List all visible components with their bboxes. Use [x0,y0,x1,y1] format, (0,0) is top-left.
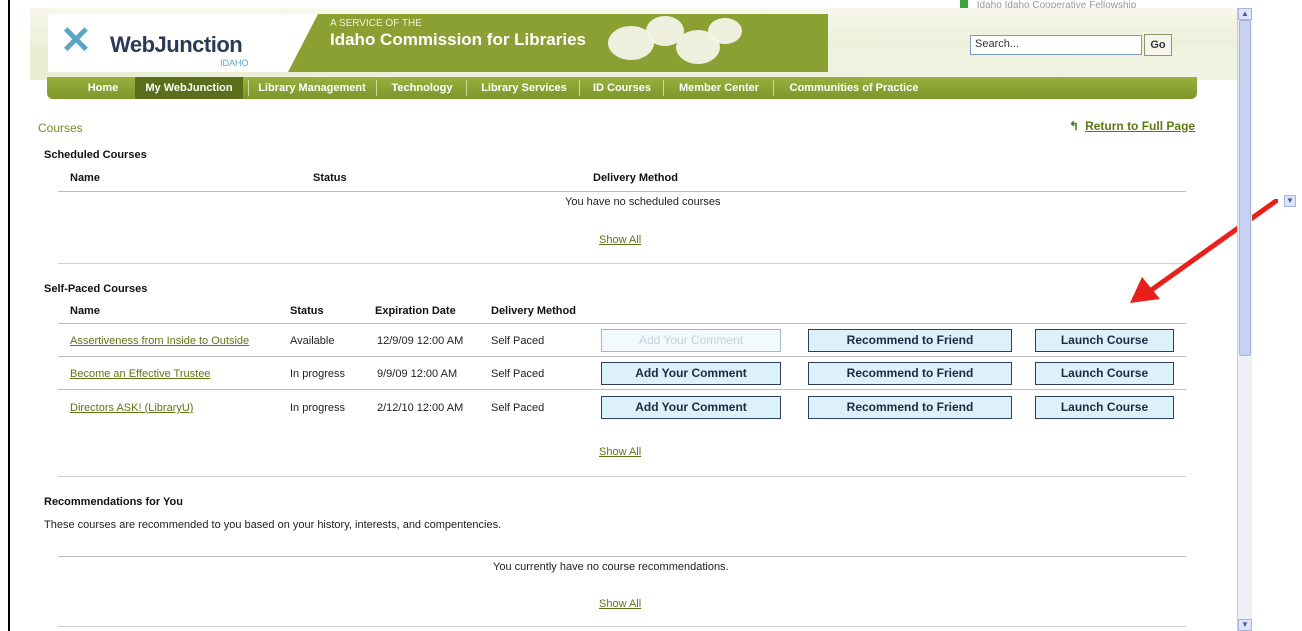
green-square-icon [960,0,968,8]
search-go-button[interactable]: Go [1144,34,1172,56]
self-paced-header-name: Name [70,305,100,317]
logo-name: WebJunction [110,32,243,57]
course-delivery: Self Paced [491,335,545,347]
recommendations-empty-message: You currently have no course recommendat… [493,561,729,573]
site-header: ✕ WebJunction IDAHO A SERVICE OF THE Ida… [30,8,1237,80]
search-input[interactable]: Search... [970,35,1142,55]
nav-library-services[interactable]: Library Services [473,77,575,99]
course-expiration: 12/9/09 12:00 AM [377,335,464,347]
red-annotation-arrow [1130,199,1278,303]
logo-sub: IDAHO [220,58,249,68]
scheduled-header-name: Name [70,172,100,184]
webjunction-x-icon: ✕ [60,20,92,62]
vertical-scrollbar[interactable]: ▲ ▼ [1237,8,1252,631]
recommendations-title: Recommendations for You [44,496,183,508]
service-of-label: A SERVICE OF THE [330,18,422,29]
dropdown-chevron-icon[interactable]: ▼ [1284,195,1296,207]
recommendations-description: These courses are recommended to you bas… [44,519,502,531]
course-status: In progress [290,368,346,380]
launch-course-button[interactable]: Launch Course [1035,362,1174,385]
self-paced-show-all-link[interactable]: Show All [599,446,641,458]
scheduled-header-delivery: Delivery Method [593,172,678,184]
course-delivery: Self Paced [491,402,545,414]
course-link-effective-trustee[interactable]: Become an Effective Trustee [70,368,210,380]
course-link-assertiveness[interactable]: Assertiveness from Inside to Outside [70,335,249,347]
top-strip-text: Idaho Idaho Cooperative Fellowship [976,0,1137,8]
course-delivery: Self Paced [491,368,545,380]
add-comment-button[interactable]: Add Your Comment [601,362,781,385]
self-paced-courses-title: Self-Paced Courses [44,283,148,295]
scheduled-empty-message: You have no scheduled courses [565,196,721,208]
window-left-edge [8,0,10,631]
nav-technology[interactable]: Technology [383,77,461,99]
scroll-thumb[interactable] [1239,20,1251,356]
scheduled-courses-title: Scheduled Courses [44,149,147,161]
course-expiration: 9/9/09 12:00 AM [377,368,458,380]
scroll-up-icon[interactable]: ▲ [1238,8,1252,20]
nav-my-webjunction[interactable]: My WebJunction [135,77,243,99]
nav-communities-of-practice[interactable]: Communities of Practice [779,77,929,99]
self-paced-header-expiration: Expiration Date [375,305,456,317]
recommend-to-friend-button[interactable]: Recommend to Friend [808,329,1012,352]
breadcrumb: Courses [38,121,83,135]
course-expiration: 2/12/10 12:00 AM [377,402,464,414]
recommend-to-friend-button[interactable]: Recommend to Friend [808,396,1012,419]
nav-id-courses[interactable]: ID Courses [585,77,659,99]
return-arrow-icon: ↰ [1069,119,1080,133]
nav-home[interactable]: Home [81,77,125,99]
course-link-directors-ask[interactable]: Directors ASK! (LibraryU) [70,402,193,414]
webjunction-logo[interactable]: ✕ WebJunction IDAHO [48,14,288,72]
scroll-down-icon[interactable]: ▼ [1238,619,1252,631]
nav-library-management[interactable]: Library Management [253,77,371,99]
recommend-to-friend-button[interactable]: Recommend to Friend [808,362,1012,385]
launch-course-button[interactable]: Launch Course [1035,329,1174,352]
scheduled-header-status: Status [313,172,347,184]
self-paced-header-delivery: Delivery Method [491,305,576,317]
add-comment-button[interactable]: Add Your Comment [601,396,781,419]
organization-name: Idaho Commission for Libraries [330,30,586,49]
add-comment-button-disabled: Add Your Comment [601,329,781,352]
self-paced-header-status: Status [290,305,324,317]
recommendations-show-all-link[interactable]: Show All [599,598,641,610]
scheduled-show-all-link[interactable]: Show All [599,234,641,246]
return-to-full-page-link[interactable]: ↰ Return to Full Page [1069,119,1195,133]
course-status: In progress [290,402,346,414]
commission-banner: A SERVICE OF THE Idaho Commission for Li… [288,14,828,72]
course-status: Available [290,335,335,347]
nav-member-center[interactable]: Member Center [669,77,769,99]
launch-course-button[interactable]: Launch Course [1035,396,1174,419]
top-strip: Idaho Idaho Cooperative Fellowship [940,0,1240,8]
flowers-image [588,14,768,72]
main-nav: Home My WebJunction Library Management T… [47,77,1197,99]
